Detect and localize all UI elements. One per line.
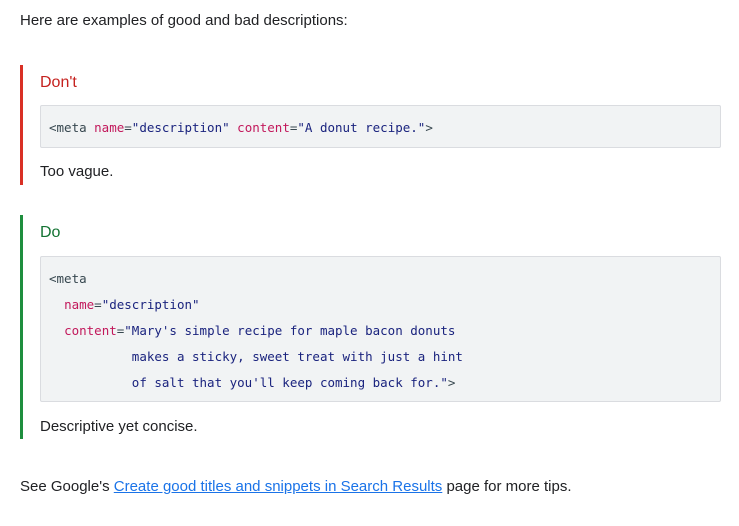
intro-text: Here are examples of good and bad descri… — [20, 12, 348, 29]
code-attr-name: name — [94, 120, 125, 135]
dont-example: Don't <meta name="description" content="… — [20, 65, 725, 185]
code-tag-open: <meta — [49, 271, 87, 286]
code-tag-open: <meta — [49, 120, 95, 135]
dont-heading: Don't — [40, 74, 77, 91]
code-tag-close: > — [447, 375, 456, 390]
do-code-block[interactable]: <meta name="description" content="Mary's… — [40, 256, 721, 402]
code-attr-content: content — [237, 120, 290, 135]
footer-text: See Google's Create good titles and snip… — [20, 476, 572, 498]
dont-code-block[interactable]: <meta name="description" content="A donu… — [40, 105, 721, 148]
do-example: Do <meta name="description" content="Mar… — [20, 215, 725, 439]
code-name-value: "description" — [101, 297, 200, 312]
footer-suffix: page for more tips. — [442, 478, 572, 495]
do-heading: Do — [40, 224, 61, 241]
code-attr-content: content — [64, 323, 117, 338]
footer-prefix: See Google's — [20, 478, 114, 495]
code-content-value-line3: of salt that you'll keep coming back for… — [131, 375, 448, 390]
do-caption: Descriptive yet concise. — [40, 418, 198, 435]
code-attr-name: name — [64, 297, 95, 312]
dont-caption: Too vague. — [40, 163, 114, 180]
code-content-value-line1: "Mary's simple recipe for maple bacon do… — [124, 323, 456, 338]
code-eq: = — [94, 297, 102, 312]
code-content-value-line2: makes a sticky, sweet treat with just a … — [131, 349, 463, 364]
snippets-guide-link[interactable]: Create good titles and snippets in Searc… — [114, 478, 443, 495]
code-eq: = — [124, 120, 132, 135]
code-tag-close: > — [425, 120, 433, 135]
code-content-value: "A donut recipe." — [297, 120, 426, 135]
code-name-value: "description" — [131, 120, 230, 135]
